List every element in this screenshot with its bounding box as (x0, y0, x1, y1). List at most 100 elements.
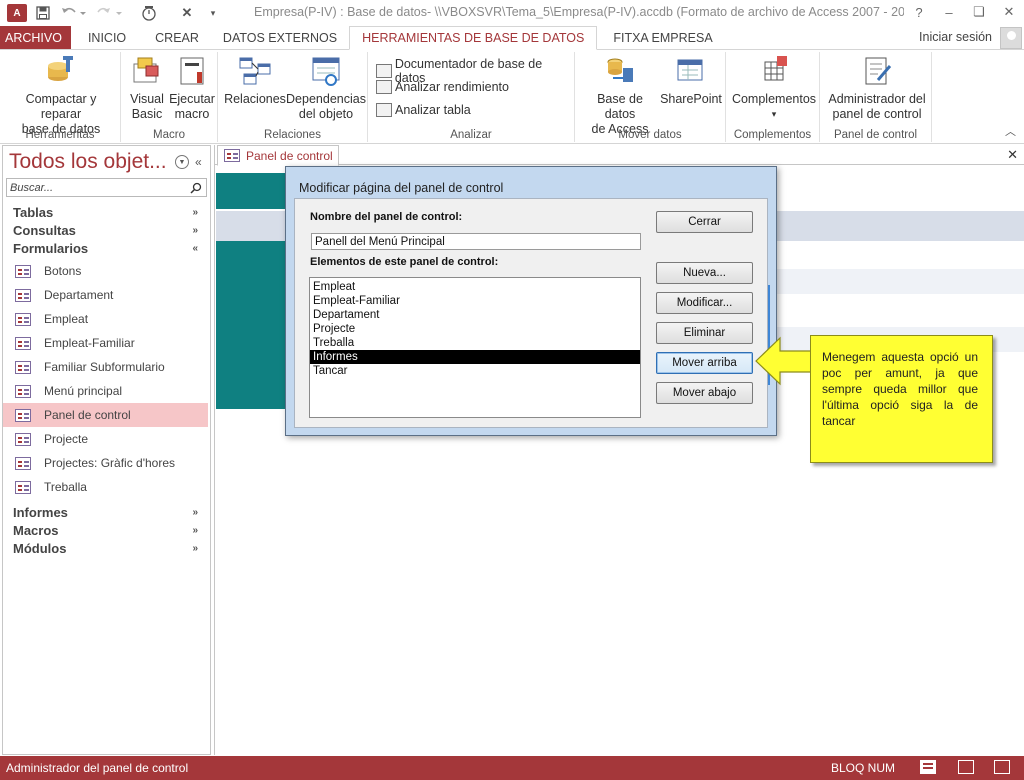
form-item-menu-principal[interactable]: Menú principal (3, 379, 210, 403)
category-consultas[interactable]: Consultas» (3, 221, 210, 239)
form-item-departament[interactable]: Departament (3, 283, 210, 307)
form-item-treballa[interactable]: Treballa (3, 475, 210, 499)
close-icon[interactable]: ✕ (174, 2, 200, 24)
shutter-bar-icon[interactable]: « (195, 155, 202, 169)
analizar-tabla-button[interactable]: Analizar tabla (376, 103, 471, 117)
user-avatar[interactable] (1000, 27, 1022, 49)
form-side-band (216, 241, 296, 409)
ejecutar-macro-button[interactable]: Ejecutar macro (169, 54, 215, 122)
list-item[interactable]: Treballa (310, 336, 640, 350)
restore-icon[interactable]: ❏ (964, 0, 994, 24)
category-tablas[interactable]: Tablas» (3, 203, 210, 221)
complementos-button[interactable]: Complementos ▾ (730, 54, 818, 122)
mover-abajo-button[interactable]: Mover abajo (656, 382, 753, 404)
quick-access-toolbar: A ✕ ▾ (0, 0, 226, 26)
undo-icon[interactable] (56, 2, 92, 24)
sharepoint-button[interactable]: SharePoint (659, 54, 723, 107)
close-window-icon[interactable]: ✕ (994, 0, 1024, 24)
nav-dropdown-icon[interactable]: ▼ (175, 155, 189, 169)
sign-in-link[interactable]: Iniciar sesión (919, 30, 992, 44)
doc-tab-panel-control[interactable]: Panel de control (217, 145, 339, 166)
search-input[interactable]: Buscar... (6, 178, 207, 197)
list-item[interactable]: Projecte (310, 322, 640, 336)
nav-title[interactable]: Todos los objet... (9, 150, 169, 174)
form-item-botons[interactable]: Botons (3, 259, 210, 283)
dependencias-button[interactable]: Dependencias del objeto (286, 54, 366, 122)
base-datos-access-button[interactable]: Base de datos de Access (581, 54, 659, 137)
name-label: Nombre del panel de control: (310, 211, 463, 223)
list-item[interactable]: Empleat-Familiar (310, 294, 640, 308)
tab-inicio[interactable]: INICIO (71, 26, 137, 49)
analizar-rendimiento-button[interactable]: Analizar rendimiento (376, 80, 509, 94)
tab-crear[interactable]: CREAR (137, 26, 211, 49)
group-relaciones: Relaciones Dependencias del objeto Relac… (218, 52, 368, 142)
group-panel-control: Administrador del panel de control Panel… (820, 52, 932, 142)
access-app-icon[interactable]: A (4, 2, 30, 24)
help-icon[interactable]: ? (904, 0, 934, 24)
run-macro-icon (175, 54, 209, 88)
category-modulos[interactable]: Módulos» (3, 539, 210, 557)
form-item-empleat[interactable]: Empleat (3, 307, 210, 331)
list-item[interactable]: Tancar (310, 364, 640, 378)
form-view-icon[interactable] (920, 760, 936, 774)
eliminar-button[interactable]: Eliminar (656, 322, 753, 344)
admin-label-2: panel de control (832, 107, 922, 121)
tab-herramientas[interactable]: HERRAMIENTAS DE BASE DE DATOS (349, 26, 598, 50)
layout-view-icon[interactable] (958, 760, 974, 774)
administrador-panel-button[interactable]: Administrador del panel de control (824, 54, 930, 122)
tab-fitxa-empresa[interactable]: FITXA EMPRESA (597, 26, 723, 49)
collapse-ribbon-icon[interactable]: ︿ (1005, 123, 1016, 139)
relaciones-button[interactable]: Relaciones (224, 54, 286, 107)
compactar-reparar-button[interactable]: Compactar y reparar base de datos (5, 54, 117, 137)
sharepoint-label: SharePoint (660, 92, 722, 106)
nueva-button[interactable]: Nueva... (656, 262, 753, 284)
design-view-icon[interactable] (994, 760, 1010, 774)
num-lock-indicator: BLOQ NUM (831, 761, 896, 775)
analyze-table-icon (376, 103, 392, 117)
form-icon (15, 480, 31, 494)
mover-arriba-button[interactable]: Mover arriba (656, 352, 753, 374)
admin-label-1: Administrador del (828, 92, 926, 106)
form-item-projectes-grafic[interactable]: Projectes: Gràfic d'hores (3, 451, 210, 475)
form-icon (224, 149, 240, 162)
list-item[interactable]: Departament (310, 308, 640, 322)
form-item-panel-de-control[interactable]: Panel de control (3, 403, 208, 427)
expand-icon: » (192, 542, 198, 554)
relationships-icon (238, 54, 272, 88)
minimize-icon[interactable]: – (934, 0, 964, 24)
group-label-relaciones: Relaciones (264, 129, 321, 141)
save-icon[interactable] (30, 2, 56, 24)
qat-more-icon[interactable]: ▾ (200, 2, 226, 24)
list-item-selected[interactable]: Informes (310, 350, 640, 364)
status-bar: Administrador del panel de control BLOQ … (0, 756, 1024, 780)
timer-icon[interactable] (136, 2, 162, 24)
category-formularios[interactable]: Formularios « (3, 239, 210, 257)
modify-switchboard-dialog: Modificar página del panel de control No… (285, 166, 777, 436)
collapse-icon: « (192, 242, 198, 254)
search-icon[interactable] (188, 180, 204, 195)
callout-text: Menegem aquesta opció un poc per amunt, … (822, 350, 978, 428)
expand-icon: » (192, 524, 198, 536)
expand-icon: » (192, 506, 198, 518)
access-label-1: Base de datos (597, 92, 643, 121)
close-document-icon[interactable]: ✕ (1007, 147, 1018, 163)
relaciones-label: Relaciones (224, 92, 286, 106)
tab-datos-externos[interactable]: DATOS EXTERNOS (211, 26, 349, 49)
list-item[interactable]: Empleat (310, 280, 640, 294)
category-informes[interactable]: Informes» (3, 503, 210, 521)
form-item-empleat-familiar[interactable]: Empleat-Familiar (3, 331, 210, 355)
form-item-familiar-subformulario[interactable]: Familiar Subformulario (3, 355, 210, 379)
access-database-icon (603, 54, 637, 88)
redo-icon[interactable] (92, 2, 128, 24)
tab-archivo[interactable]: ARCHIVO (0, 26, 71, 49)
dialog-title: Modificar página del panel de control (299, 181, 504, 195)
cerrar-button[interactable]: Cerrar (656, 211, 753, 233)
switchboard-name-field[interactable]: Panell del Menú Principal (311, 233, 641, 250)
category-macros[interactable]: Macros» (3, 521, 210, 539)
items-list[interactable]: Empleat Empleat-Familiar Departament Pro… (309, 277, 641, 418)
performance-icon (376, 80, 392, 94)
modificar-button[interactable]: Modificar... (656, 292, 753, 314)
visual-basic-button[interactable]: Visual Basic (127, 54, 167, 122)
items-label: Elementos de este panel de control: (310, 256, 499, 268)
form-item-projecte[interactable]: Projecte (3, 427, 210, 451)
